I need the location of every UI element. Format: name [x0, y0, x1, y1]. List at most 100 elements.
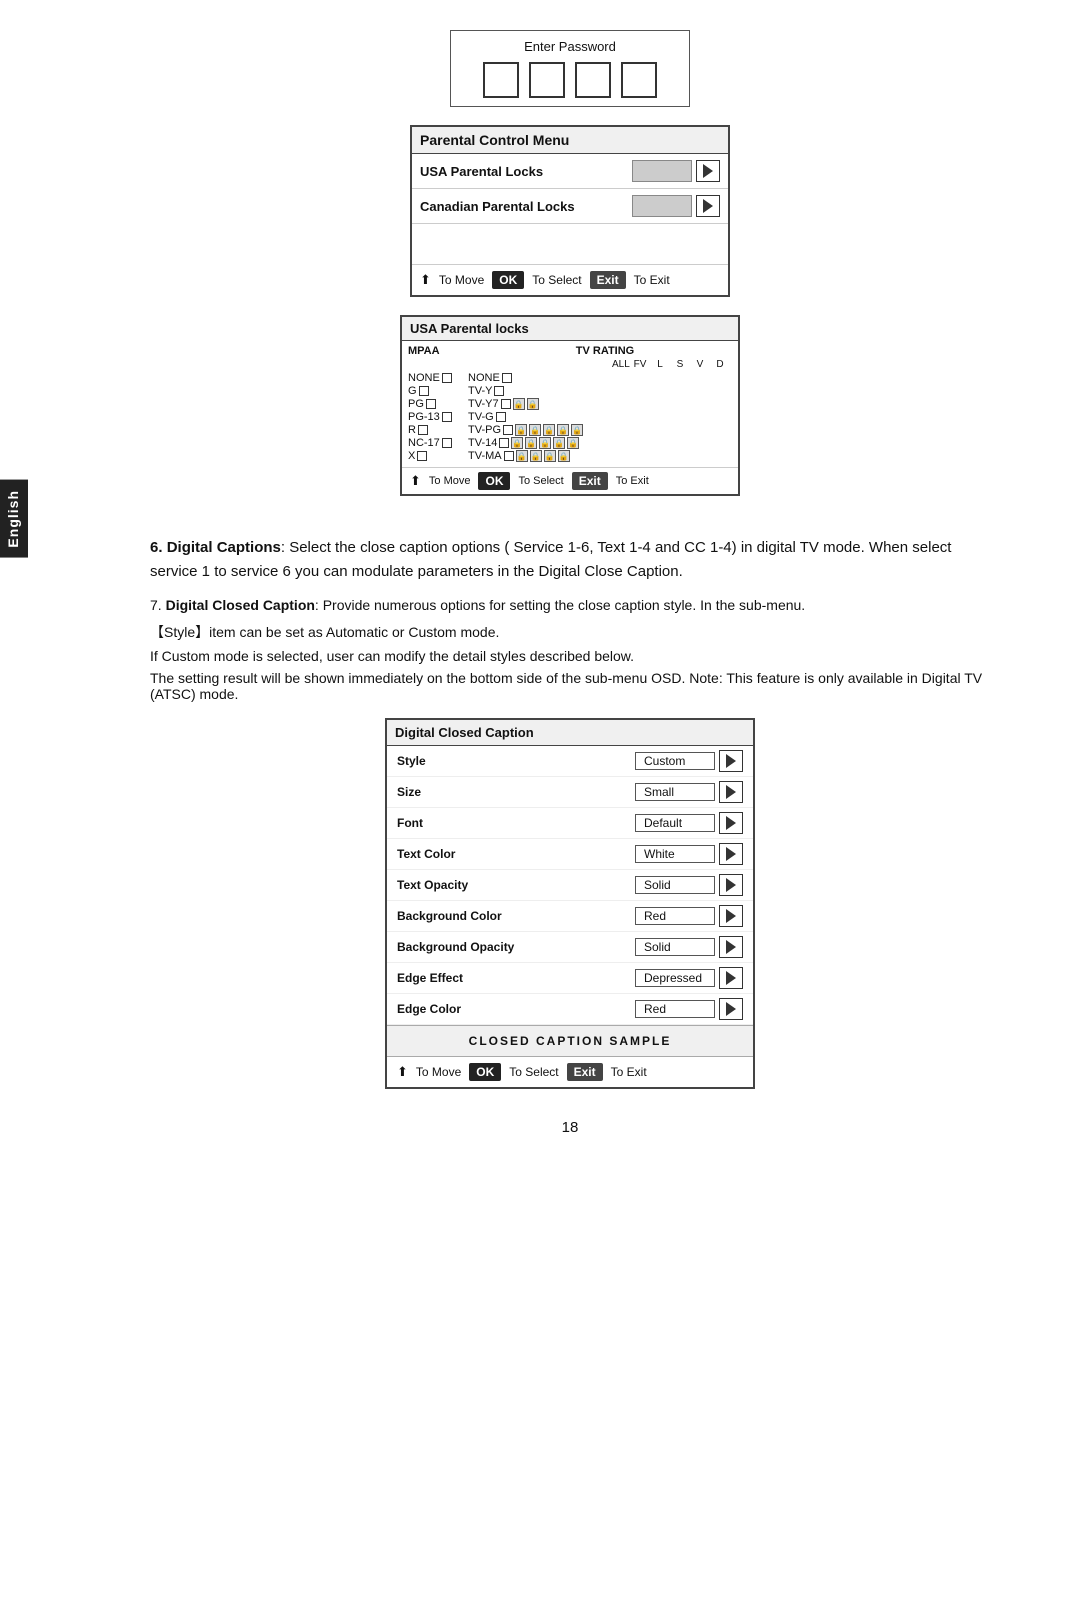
dcc-arrow-box-5: [719, 905, 743, 927]
usa-move-icon: ⬆: [410, 473, 421, 489]
tv-y7: TV-Y7 🔒 🔒: [468, 398, 732, 410]
sub-all: ALL: [612, 359, 628, 370]
dcc-arrow-icon-2: [726, 816, 736, 830]
dcc-arrow-icon-4: [726, 878, 736, 892]
section6-number: 6.: [150, 539, 163, 556]
section6-text: 6. Digital Captions: Select the close ca…: [150, 536, 990, 584]
ratings-table: MPAA TV RATING ALL FV L S V D NONE: [402, 341, 738, 467]
parental-control-menu: Parental Control Menu USA Parental Locks…: [410, 125, 730, 297]
dcc-row-label-7: Edge Effect: [397, 971, 635, 985]
dcc-row-8: Edge Color Red: [387, 994, 753, 1025]
password-title: Enter Password: [461, 39, 679, 54]
dcc-row-label-8: Edge Color: [397, 1002, 635, 1016]
mpaa-g-cb: [419, 386, 429, 396]
dcc-row-label-0: Style: [397, 754, 635, 768]
rating-row-x: X TV-MA 🔒 🔒 🔒 🔒: [408, 450, 732, 462]
tv-ma: TV-MA 🔒 🔒 🔒 🔒: [468, 450, 732, 462]
tv-ma-lock2: 🔒: [530, 450, 542, 462]
mpaa-r-cb: [418, 425, 428, 435]
tv-ma-lock3: 🔒: [544, 450, 556, 462]
dcc-value-box-6: Solid: [635, 938, 715, 956]
password-squares: [461, 62, 679, 98]
tv-y7-lock1: 🔒: [513, 398, 525, 410]
mpaa-x: X: [408, 450, 468, 462]
tv-pg-cb: [503, 425, 513, 435]
dcc-row-value-8: Red: [635, 998, 743, 1020]
tv-14: TV-14 🔒 🔒 🔒 🔒 🔒: [468, 437, 732, 449]
tv-14-lock2: 🔒: [525, 437, 537, 449]
tv-none: NONE: [468, 372, 732, 384]
sub-d: D: [712, 359, 728, 370]
dcc-ok-btn: OK: [469, 1063, 501, 1081]
tv-14-cb: [499, 438, 509, 448]
password-square-1: [483, 62, 519, 98]
tv-pg-lock5: 🔒: [571, 424, 583, 436]
dcc-value-box-7: Depressed: [635, 969, 715, 987]
canadian-arrow-box: [696, 195, 720, 217]
tv-pg-lock4: 🔒: [557, 424, 569, 436]
usa-locks-title: USA Parental locks: [402, 317, 738, 341]
setting-note: The setting result will be shown immedia…: [150, 670, 990, 702]
dcc-arrow-box-2: [719, 812, 743, 834]
dcc-value-box-2: Default: [635, 814, 715, 832]
dcc-value-box-1: Small: [635, 783, 715, 801]
dcc-exit-btn: Exit: [567, 1063, 603, 1081]
custom-note: If Custom mode is selected, user can mod…: [150, 648, 990, 664]
top-images-section: Enter Password Parental Control Menu USA…: [150, 30, 990, 516]
tv-none-cb: [502, 373, 512, 383]
mpaa-x-cb: [417, 451, 427, 461]
dcc-arrow-icon-6: [726, 940, 736, 954]
tv-y7-cb: [501, 399, 511, 409]
mpaa-none-cb: [442, 373, 452, 383]
usa-locks-box: USA Parental locks MPAA TV RATING ALL FV…: [400, 315, 740, 496]
tv-subheader: ALL FV L S V D: [408, 359, 732, 370]
dcc-row-value-4: Solid: [635, 874, 743, 896]
ok-button: OK: [492, 271, 524, 289]
dcc-move-icon: ⬆: [397, 1064, 408, 1080]
usa-arrow-box: [696, 160, 720, 182]
canadian-parental-locks-label: Canadian Parental Locks: [420, 199, 575, 214]
usa-arrow-icon: [703, 164, 713, 178]
rating-row-pg13: PG-13 TV-G: [408, 411, 732, 423]
section7-body: : Provide numerous options for setting t…: [315, 597, 805, 613]
sub-v: V: [692, 359, 708, 370]
tv-g-cb: [496, 412, 506, 422]
dcc-value-box-0: Custom: [635, 752, 715, 770]
canadian-parental-locks-row: Canadian Parental Locks: [412, 189, 728, 224]
dcc-footer: ⬆ To Move OK To Select Exit To Exit: [387, 1057, 753, 1087]
digital-closed-caption-box: Digital Closed Caption Style Custom Size…: [385, 718, 755, 1089]
tv-y7-lock2: 🔒: [527, 398, 539, 410]
section7-number: 7.: [150, 597, 162, 613]
dcc-row-value-0: Custom: [635, 750, 743, 772]
usa-value-box: [632, 160, 692, 182]
tv-14-lock5: 🔒: [567, 437, 579, 449]
dcc-row-value-5: Red: [635, 905, 743, 927]
mpaa-label: MPAA: [408, 345, 478, 357]
page-number: 18: [150, 1119, 990, 1136]
dcc-footer-exit: To Exit: [611, 1065, 647, 1079]
parental-menu-footer: ⬆ To Move OK To Select Exit To Exit: [412, 264, 728, 295]
password-enter-box: Enter Password: [450, 30, 690, 107]
section7-text: 7. Digital Closed Caption: Provide numer…: [150, 594, 990, 616]
dcc-row-3: Text Color White: [387, 839, 753, 870]
dcc-arrow-icon-7: [726, 971, 736, 985]
section7-title: Digital Closed Caption: [166, 597, 315, 613]
mpaa-none: NONE: [408, 372, 468, 384]
dcc-arrow-icon-5: [726, 909, 736, 923]
dcc-footer-move: To Move: [416, 1065, 461, 1079]
move-icon: ⬆: [420, 272, 431, 288]
tv-14-lock3: 🔒: [539, 437, 551, 449]
dcc-row-value-2: Default: [635, 812, 743, 834]
dcc-footer-select: To Select: [509, 1065, 558, 1079]
sub-fv: FV: [632, 359, 648, 370]
mpaa-pg-cb: [426, 399, 436, 409]
tv-pg: TV-PG 🔒 🔒 🔒 🔒 🔒: [468, 424, 732, 436]
usa-row-right: [632, 160, 720, 182]
rating-row-r: R TV-PG 🔒 🔒 🔒 🔒 🔒: [408, 424, 732, 436]
tv-g: TV-G: [468, 411, 732, 423]
dcc-value-box-3: White: [635, 845, 715, 863]
usa-parental-locks-row: USA Parental Locks: [412, 154, 728, 189]
mpaa-nc17-cb: [442, 438, 452, 448]
dcc-arrow-box-7: [719, 967, 743, 989]
dcc-value-box-4: Solid: [635, 876, 715, 894]
